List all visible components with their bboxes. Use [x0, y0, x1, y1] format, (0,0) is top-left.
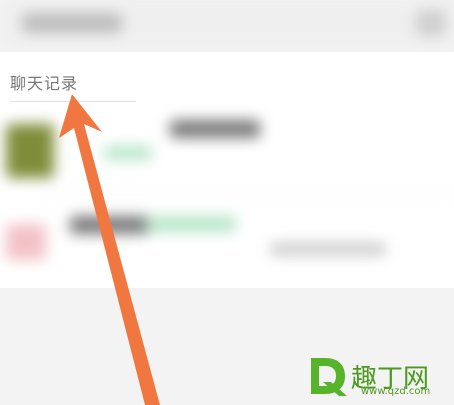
back-button-blurred[interactable] — [22, 13, 122, 33]
watermark-url: www.qzd.com — [361, 386, 431, 397]
contact-name-blurred — [70, 216, 150, 234]
message-preview-blurred — [270, 242, 386, 256]
avatar — [6, 124, 54, 178]
chat-record-row[interactable] — [0, 204, 454, 276]
chat-record-row[interactable] — [0, 112, 454, 196]
more-icon[interactable] — [416, 10, 446, 36]
watermark: 趣丁网 www.qzd.com — [305, 354, 454, 402]
title-divider — [10, 101, 136, 102]
highlight-tag-blurred — [146, 216, 236, 232]
row-divider — [40, 195, 454, 196]
contact-name-blurred — [170, 120, 260, 138]
chat-history-title[interactable]: 聊天记录 — [10, 70, 130, 96]
watermark-logo-icon — [311, 358, 347, 396]
avatar — [6, 224, 46, 260]
highlight-tag-blurred — [104, 146, 152, 160]
top-bar — [0, 0, 454, 46]
